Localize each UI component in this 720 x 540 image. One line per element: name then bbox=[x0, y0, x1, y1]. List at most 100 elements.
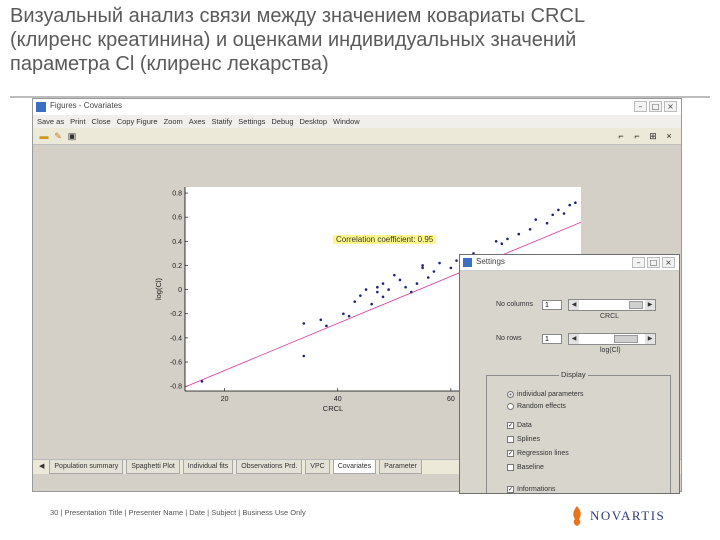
rows-axis-label: log(Cl) bbox=[600, 347, 621, 354]
menu-statify[interactable]: Statify bbox=[211, 115, 232, 128]
correlation-label: Correlation coefficient: 0.95 bbox=[333, 235, 437, 244]
tab-vpc[interactable]: VPC bbox=[305, 460, 330, 474]
slide-footer: 30 | Presentation Title | Presenter Name… bbox=[50, 508, 306, 517]
novartis-logo-text: NOVARTIS bbox=[590, 508, 666, 523]
layout-single-icon[interactable]: ⌐ bbox=[615, 130, 627, 142]
slider-right-arrow-icon[interactable]: ▶ bbox=[645, 300, 655, 310]
folder-icon[interactable]: ▬ bbox=[39, 131, 49, 141]
tab-individual-fits[interactable]: Individual fits bbox=[182, 460, 234, 474]
settings-window[interactable]: Settings – □ × No columns 1 ◀ ▶ CRCL No … bbox=[459, 254, 680, 494]
x-axis-label: CRCL bbox=[323, 404, 343, 413]
data-point bbox=[325, 324, 328, 328]
slider-thumb[interactable] bbox=[614, 335, 638, 343]
tab-covariates[interactable]: Covariates bbox=[332, 460, 377, 474]
columns-label: No columns bbox=[496, 301, 533, 308]
figures-toolbar: ▬ ✎ ▣ ⌐ ⌐ ⊞ × bbox=[33, 128, 681, 145]
menu-close[interactable]: Close bbox=[92, 115, 111, 128]
rows-input[interactable]: 1 bbox=[542, 334, 562, 344]
minimize-icon[interactable]: – bbox=[634, 101, 647, 112]
slide-title: Визуальный анализ связи между значением … bbox=[10, 4, 710, 76]
tab-observations[interactable]: Observations Prd. bbox=[236, 460, 303, 474]
data-point bbox=[506, 237, 509, 241]
option-data[interactable]: ✓ Data bbox=[507, 422, 532, 429]
checkbox-checked-icon[interactable]: ✓ bbox=[507, 486, 514, 493]
checkbox-checked-icon[interactable]: ✓ bbox=[507, 422, 514, 429]
layout-grid-icon[interactable]: ⊞ bbox=[647, 130, 659, 142]
checkbox-icon[interactable] bbox=[507, 464, 514, 471]
slide-title-line: параметра Cl (клиренс лекарства) bbox=[10, 53, 329, 75]
tab-parameter[interactable]: Parameter bbox=[379, 460, 422, 474]
data-point bbox=[438, 261, 441, 265]
rows-slider[interactable]: ◀ ▶ bbox=[568, 333, 656, 345]
radio-icon[interactable] bbox=[507, 403, 514, 410]
slider-left-arrow-icon[interactable]: ◀ bbox=[569, 300, 579, 310]
layout-split-icon[interactable]: ⌐ bbox=[631, 130, 643, 142]
menu-save-as[interactable]: Save as bbox=[37, 115, 64, 128]
data-point bbox=[404, 285, 407, 289]
data-point bbox=[393, 273, 396, 277]
display-group-title: Display bbox=[559, 370, 588, 379]
settings-minimize-icon[interactable]: – bbox=[632, 257, 645, 268]
data-point bbox=[500, 242, 504, 246]
y-tick-label: 0.4 bbox=[172, 239, 182, 246]
x-tick-label: 40 bbox=[334, 396, 342, 403]
maximize-icon[interactable]: □ bbox=[649, 101, 662, 112]
tab-population-summary[interactable]: Population summary bbox=[49, 460, 124, 474]
data-point bbox=[387, 288, 390, 291]
data-point bbox=[545, 221, 549, 225]
data-point bbox=[421, 264, 424, 267]
slide-title-line: Визуальный анализ связи между значением … bbox=[10, 5, 586, 27]
menu-print[interactable]: Print bbox=[70, 115, 85, 128]
data-point bbox=[353, 300, 357, 303]
menu-copy-figure[interactable]: Copy Figure bbox=[117, 115, 158, 128]
data-point bbox=[364, 288, 368, 291]
data-point bbox=[528, 227, 532, 231]
data-point bbox=[455, 259, 458, 262]
tab-spaghetti-plot[interactable]: Spaghetti Plot bbox=[126, 460, 180, 474]
settings-maximize-icon[interactable]: □ bbox=[647, 257, 660, 268]
y-axis-label: log(Cl) bbox=[154, 277, 163, 300]
option-baseline[interactable]: Baseline bbox=[507, 464, 544, 471]
save-icon[interactable]: ▣ bbox=[67, 131, 77, 141]
y-tick-label: -0.6 bbox=[170, 360, 182, 367]
slider-right-arrow-icon[interactable]: ▶ bbox=[645, 334, 655, 344]
columns-input[interactable]: 1 bbox=[542, 300, 562, 310]
tab-scroll-left-icon[interactable]: ◀ bbox=[37, 460, 46, 474]
settings-close-icon[interactable]: × bbox=[662, 257, 675, 268]
option-random-effects[interactable]: Random effects bbox=[507, 403, 566, 410]
option-informations[interactable]: ✓ Informations bbox=[507, 486, 556, 493]
menu-desktop[interactable]: Desktop bbox=[300, 115, 328, 128]
checkbox-icon[interactable] bbox=[507, 436, 514, 443]
radio-icon[interactable] bbox=[507, 391, 514, 398]
window-close-icon[interactable]: × bbox=[663, 130, 675, 142]
option-splines[interactable]: Splines bbox=[507, 436, 540, 443]
slider-left-arrow-icon[interactable]: ◀ bbox=[569, 334, 579, 344]
menu-debug[interactable]: Debug bbox=[271, 115, 293, 128]
data-point bbox=[426, 276, 430, 279]
close-icon[interactable]: × bbox=[664, 101, 677, 112]
rows-label: No rows bbox=[496, 335, 522, 342]
data-point bbox=[409, 290, 413, 294]
checkbox-checked-icon[interactable]: ✓ bbox=[507, 450, 514, 457]
option-label: Data bbox=[517, 422, 532, 429]
slider-thumb[interactable] bbox=[629, 301, 643, 309]
y-tick-label: 0.8 bbox=[172, 191, 182, 198]
edit-icon[interactable]: ✎ bbox=[53, 131, 63, 141]
menu-axes[interactable]: Axes bbox=[189, 115, 206, 128]
y-tick-label: 0.2 bbox=[172, 263, 182, 270]
menu-window[interactable]: Window bbox=[333, 115, 360, 128]
data-point bbox=[551, 213, 555, 217]
option-regression-lines[interactable]: ✓ Regression lines bbox=[507, 450, 569, 457]
menu-zoom[interactable]: Zoom bbox=[164, 115, 183, 128]
y-tick-label: 0.6 bbox=[172, 215, 182, 222]
figures-titlebar[interactable]: Figures - Covariates – □ × bbox=[33, 99, 681, 115]
option-label: Informations bbox=[517, 486, 556, 493]
data-point bbox=[432, 270, 436, 273]
data-point bbox=[574, 201, 577, 204]
option-label: Random effects bbox=[517, 403, 566, 410]
flame-logo-icon bbox=[573, 506, 581, 526]
menu-settings[interactable]: Settings bbox=[238, 115, 265, 128]
columns-slider[interactable]: ◀ ▶ bbox=[568, 299, 656, 311]
settings-titlebar[interactable]: Settings – □ × bbox=[460, 255, 679, 271]
option-individual-parameters[interactable]: individual parameters bbox=[507, 391, 584, 398]
